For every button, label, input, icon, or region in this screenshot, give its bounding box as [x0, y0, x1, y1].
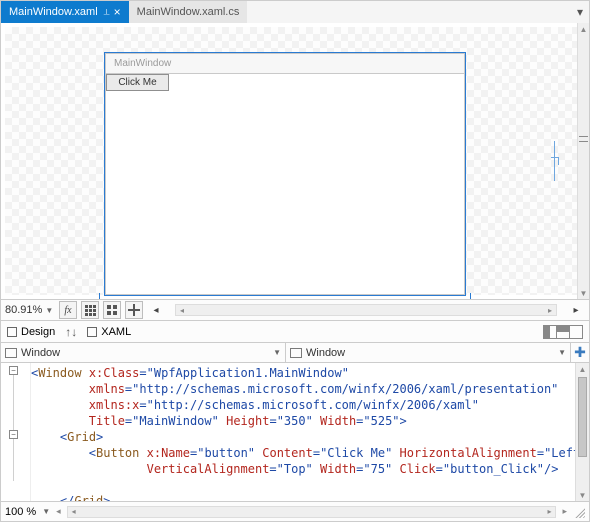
alignment-tick — [551, 157, 559, 165]
outline-guide — [13, 367, 14, 481]
splitter-grip-icon[interactable] — [579, 136, 588, 142]
add-handler-button[interactable]: ✚ — [571, 343, 589, 362]
chevron-down-icon: ▼ — [558, 348, 566, 357]
grid-toggle-button[interactable] — [81, 301, 99, 319]
chevron-down-icon: ▼ — [45, 306, 53, 315]
element-icon — [5, 348, 17, 358]
nav-fwd-button[interactable]: ▸ — [562, 506, 567, 517]
xaml-breadcrumb-row: Window ▼ Window ▼ ✚ — [1, 343, 589, 363]
preview-client-area[interactable]: Click Me — [105, 73, 465, 295]
zoom-combo[interactable]: 80.91% ▼ — [5, 304, 55, 316]
xaml-pane-tab[interactable]: XAML — [87, 326, 131, 338]
code-content[interactable]: <Window x:Class="WpfApplication1.MainWin… — [31, 365, 575, 501]
swap-panes-button[interactable]: ↑↓ — [65, 325, 77, 339]
breadcrumb-right[interactable]: Window ▼ — [286, 343, 571, 362]
scroll-track[interactable] — [578, 35, 589, 287]
preview-button-label: Click Me — [118, 77, 156, 88]
zoom-value: 80.91% — [5, 304, 42, 316]
scroll-left-icon[interactable]: ◂ — [176, 305, 188, 315]
tab-mainwindow-xaml-cs[interactable]: MainWindow.xaml.cs — [129, 1, 248, 23]
scroll-left-icon[interactable]: ◂ — [68, 507, 80, 517]
split-collapse-button[interactable] — [569, 325, 583, 339]
snap-lines-button[interactable] — [125, 301, 143, 319]
designer-horizontal-scrollbar[interactable]: ◂ ▸ — [175, 304, 557, 316]
document-tabstrip: MainWindow.xaml ⟂ × MainWindow.xaml.cs ▾ — [1, 1, 589, 23]
scroll-up-icon[interactable]: ▲ — [576, 363, 589, 375]
design-pane-tab[interactable]: Design — [7, 326, 55, 338]
split-orientation-buttons — [544, 325, 583, 339]
scroll-down-icon[interactable]: ▼ — [578, 287, 589, 299]
breadcrumb-left[interactable]: Window ▼ — [1, 343, 286, 362]
fx-icon: fx — [64, 305, 71, 316]
designer-toolbar: 80.91% ▼ fx ◂ ◂ ▸ ▸ — [1, 299, 589, 321]
design-xaml-splitbar: Design ↑↓ XAML — [1, 321, 589, 343]
tab-label: MainWindow.xaml.cs — [137, 6, 240, 18]
split-vertical-button[interactable] — [543, 325, 557, 339]
scroll-thumb[interactable] — [578, 377, 587, 457]
editor-zoom-value[interactable]: 100 % — [5, 506, 36, 518]
effects-fx-button[interactable]: fx — [59, 301, 77, 319]
fold-toggle[interactable]: − — [9, 430, 18, 439]
scroll-right-icon[interactable]: ▸ — [543, 507, 555, 517]
editor-vertical-scrollbar[interactable]: ▲ ▼ — [575, 363, 589, 501]
element-icon — [290, 348, 302, 358]
scroll-down-icon[interactable]: ▼ — [576, 489, 589, 501]
chevron-down-icon[interactable]: ▼ — [42, 507, 50, 516]
tab-overflow-dropdown[interactable]: ▾ — [571, 1, 589, 23]
scroll-left-button[interactable]: ◂ — [147, 301, 165, 319]
pin-icon[interactable]: ⟂ — [104, 7, 110, 18]
snap-grid-button[interactable] — [103, 301, 121, 319]
editor-status-bar: 100 % ▼ ◂ ◂ ▸ ▸ — [1, 501, 589, 521]
editor-horizontal-scrollbar[interactable]: ◂ ▸ — [67, 506, 557, 518]
xaml-pane-label: XAML — [101, 326, 131, 338]
snaplines-icon — [128, 304, 140, 316]
editor-root: MainWindow.xaml ⟂ × MainWindow.xaml.cs ▾… — [0, 0, 590, 522]
designer-vertical-scrollbar[interactable]: ▲ ▼ — [577, 23, 589, 299]
close-icon[interactable]: × — [114, 5, 121, 19]
scroll-right-icon[interactable]: ▸ — [544, 305, 556, 315]
breadcrumb-right-label: Window — [306, 347, 554, 359]
fold-toggle[interactable]: − — [9, 366, 18, 375]
split-horizontal-button[interactable] — [556, 325, 570, 339]
scroll-up-icon[interactable]: ▲ — [578, 23, 589, 35]
tab-label: MainWindow.xaml — [9, 6, 98, 18]
snap-grid-icon — [107, 305, 117, 315]
breadcrumb-left-label: Window — [21, 347, 269, 359]
design-pane-label: Design — [21, 326, 55, 338]
editor-gutter: − − — [1, 363, 31, 501]
design-icon — [7, 327, 17, 337]
chevron-down-icon: ▼ — [273, 348, 281, 357]
scroll-right-button[interactable]: ▸ — [567, 301, 585, 319]
preview-click-me-button[interactable]: Click Me — [106, 74, 169, 91]
resize-grip-icon[interactable] — [573, 506, 585, 518]
nav-back-button[interactable]: ◂ — [56, 506, 61, 517]
tab-mainwindow-xaml[interactable]: MainWindow.xaml ⟂ × — [1, 1, 129, 23]
preview-window[interactable]: MainWindow Click Me — [105, 53, 465, 295]
grid-icon — [85, 305, 96, 316]
xaml-icon — [87, 327, 97, 337]
xaml-designer-surface[interactable]: MainWindow Click Me ▲ ▼ — [1, 23, 589, 299]
xaml-code-editor[interactable]: − − <Window x:Class="WpfApplication1.Mai… — [1, 363, 589, 501]
